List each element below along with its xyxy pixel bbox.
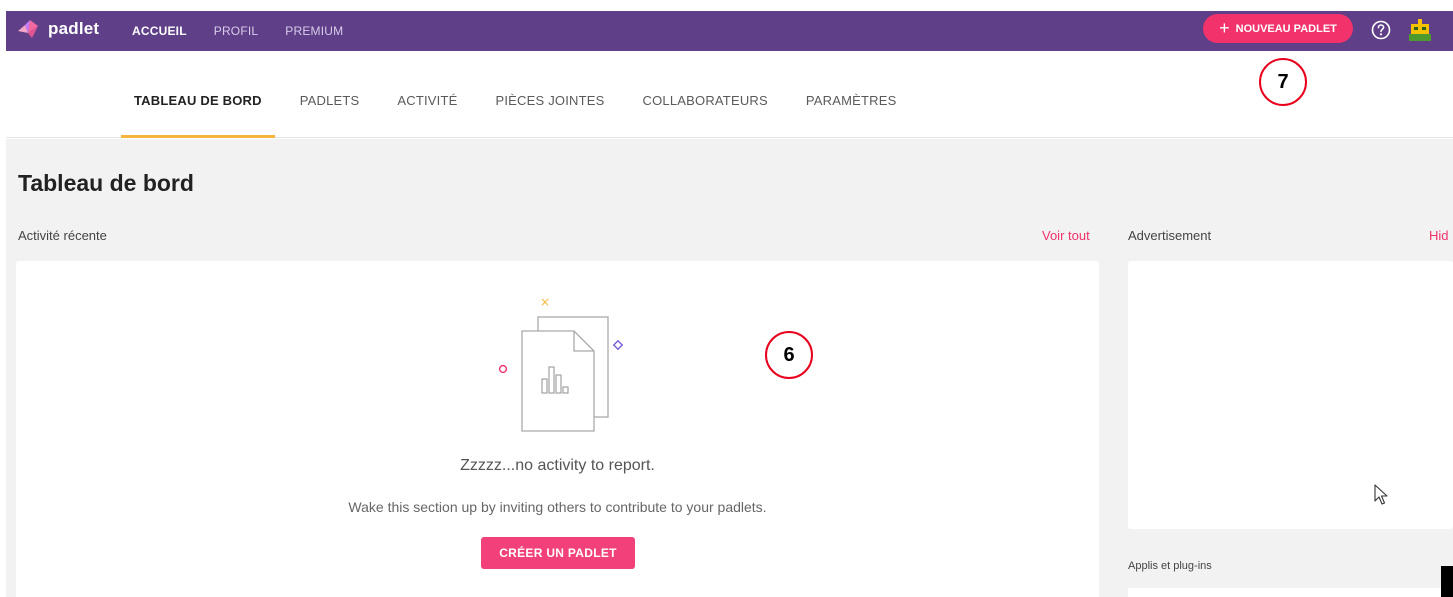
tab-pieces-jointes[interactable]: PIÈCES JOINTES [483, 51, 618, 138]
main-nav: ACCUEIL PROFIL PREMIUM [132, 11, 343, 51]
annotation-marker-7: 7 [1259, 58, 1307, 106]
tabs: TABLEAU DE BORD PADLETS ACTIVITÉ PIÈCES … [121, 51, 921, 138]
see-all-link[interactable]: Voir tout [1042, 228, 1090, 243]
tab-padlets[interactable]: PADLETS [287, 51, 373, 138]
empty-document-chart-icon: × [498, 295, 624, 432]
tab-collaborateurs[interactable]: COLLABORATEURS [630, 51, 781, 138]
dashboard-tab-bar: TABLEAU DE BORD PADLETS ACTIVITÉ PIÈCES … [6, 51, 1453, 138]
black-edge-block [1441, 566, 1453, 597]
top-navigation-bar: padlet ACCUEIL PROFIL PREMIUM + NOUVEAU … [6, 11, 1453, 51]
annotation-marker-6: 6 [765, 331, 813, 379]
tab-activite[interactable]: ACTIVITÉ [384, 51, 470, 138]
recent-activity-card: × Zzzzz...no activity to report. Wake th… [16, 261, 1099, 597]
svg-text:×: × [540, 295, 550, 309]
tab-tableau-de-bord[interactable]: TABLEAU DE BORD [121, 51, 275, 138]
padlet-bird-icon [18, 20, 38, 38]
page-title: Tableau de bord [18, 170, 194, 196]
padlet-logo[interactable]: padlet [16, 17, 99, 41]
robot-avatar-icon[interactable] [1407, 17, 1433, 43]
apps-plugins-card [1128, 588, 1453, 597]
advertisement-card [1128, 261, 1453, 529]
dashboard-main: Tableau de bord Activité récente Voir to… [6, 139, 1453, 597]
brand-name: padlet [48, 19, 100, 38]
apps-plugins-label: Applis et plug-ins [1128, 560, 1212, 572]
tab-parametres[interactable]: PARAMÈTRES [793, 51, 910, 138]
advertisement-label: Advertisement [1128, 228, 1212, 243]
new-padlet-label: NOUVEAU PADLET [1235, 22, 1337, 35]
question-circle-icon[interactable] [1371, 20, 1391, 40]
create-padlet-button[interactable]: CRÉER UN PADLET [481, 537, 635, 569]
nav-accueil[interactable]: ACCUEIL [132, 24, 187, 38]
new-padlet-button[interactable]: + NOUVEAU PADLET [1203, 14, 1353, 43]
nav-profil[interactable]: PROFIL [214, 24, 259, 38]
recent-activity-label: Activité récente [18, 228, 107, 243]
plus-icon: + [1219, 17, 1230, 38]
hide-ad-link[interactable]: Hid [1429, 228, 1449, 243]
nav-premium[interactable]: PREMIUM [285, 24, 343, 38]
empty-state-subtitle: Wake this section up by inviting others … [348, 499, 767, 515]
empty-state-title: Zzzzz...no activity to report. [460, 457, 655, 474]
mouse-cursor-icon [1374, 484, 1388, 505]
